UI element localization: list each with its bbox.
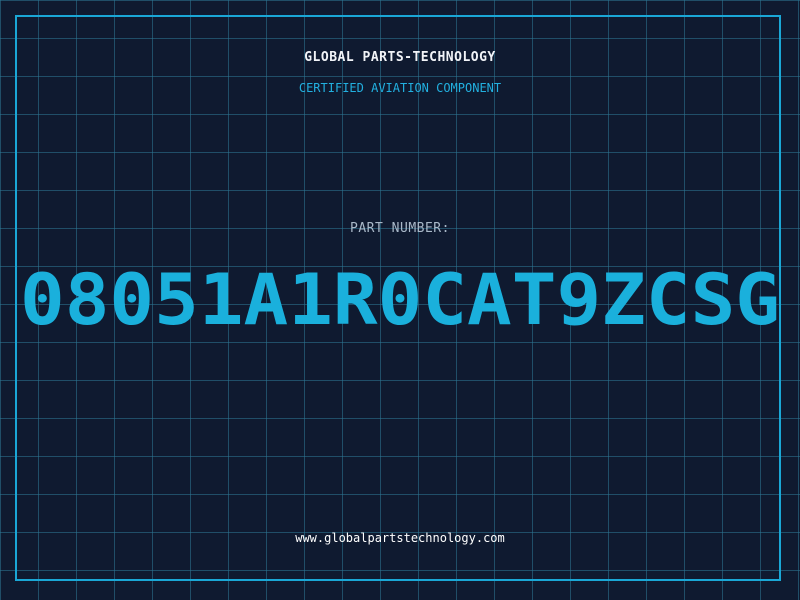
part-number: 08051A1R0CAT9ZCSG xyxy=(20,262,780,341)
company-name: GLOBAL PARTS-TECHNOLOGY xyxy=(304,50,496,65)
website-url: www.globalpartstechnology.com xyxy=(295,531,505,545)
part-number-text: 08051A1R0CAT9ZCSG xyxy=(20,262,780,341)
part-number-label: PART NUMBER: xyxy=(350,221,450,236)
certification-subtitle: CERTIFIED AVIATION COMPONENT xyxy=(298,81,502,95)
label-card: GLOBAL PARTS-TECHNOLOGY CERTIFIED AVIATI… xyxy=(0,0,800,600)
